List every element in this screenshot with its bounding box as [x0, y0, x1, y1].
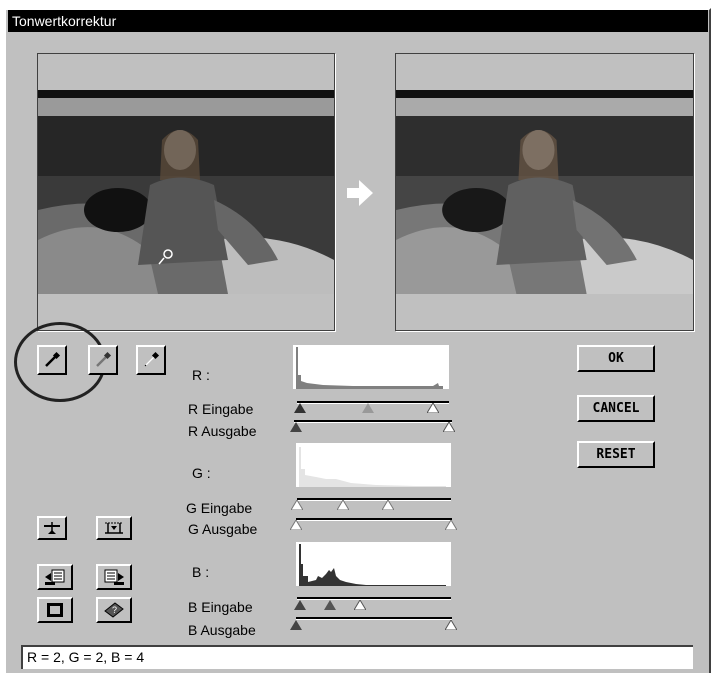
eyedropper-icon — [45, 351, 61, 367]
result-preview — [395, 53, 694, 331]
b-output-label: B Ausgabe — [188, 622, 256, 638]
g-input-white-handle[interactable] — [382, 500, 394, 510]
help-book-icon: ? — [104, 602, 124, 618]
right-arrow-icon — [347, 180, 373, 206]
result-photo — [396, 90, 693, 294]
title-bar: Tonwertkorrektur — [8, 10, 708, 32]
r-input-white-handle[interactable] — [427, 403, 439, 413]
b-output-slider-track[interactable] — [296, 617, 452, 620]
status-bar: R = 2, G = 2, B = 4 — [21, 645, 693, 669]
white-point-eyedropper-button[interactable] — [136, 345, 166, 375]
b-input-black-handle[interactable] — [294, 600, 306, 610]
eyedropper-gray-icon — [96, 351, 112, 367]
b-input-label: B Eingabe — [188, 599, 253, 615]
b-output-white-handle[interactable] — [445, 620, 457, 630]
r-channel-label: R : — [192, 367, 210, 383]
b-channel-label: B : — [192, 564, 210, 580]
g-input-slider-track[interactable] — [297, 498, 451, 501]
load-icon — [45, 569, 65, 585]
b-histogram — [296, 542, 451, 586]
r-input-black-handle[interactable] — [294, 403, 306, 413]
g-input-gray-handle[interactable] — [337, 500, 349, 510]
preview-window-button[interactable] — [37, 597, 73, 623]
save-settings-button[interactable] — [96, 564, 132, 590]
range-icon — [105, 522, 123, 534]
r-input-label: R Eingabe — [188, 401, 254, 417]
window-title: Tonwertkorrektur — [12, 13, 117, 29]
cancel-button[interactable]: CANCEL — [577, 395, 655, 422]
r-output-slider-track[interactable] — [294, 420, 452, 423]
black-point-eyedropper-button[interactable] — [37, 345, 67, 375]
g-output-white-handle[interactable] — [445, 520, 457, 530]
reset-button[interactable]: RESET — [577, 441, 655, 468]
g-channel-label: G : — [192, 465, 211, 481]
b-input-slider-track[interactable] — [297, 597, 451, 600]
window-icon — [47, 603, 63, 617]
b-input-white-handle[interactable] — [354, 600, 366, 610]
help-button[interactable]: ? — [96, 597, 132, 623]
g-histogram — [296, 443, 451, 487]
ok-button[interactable]: OK — [577, 345, 655, 372]
status-text: R = 2, G = 2, B = 4 — [27, 649, 145, 665]
g-output-black-handle[interactable] — [290, 520, 302, 530]
b-input-gray-handle[interactable] — [324, 600, 336, 610]
r-input-gray-handle[interactable] — [362, 403, 374, 413]
load-settings-button[interactable] — [37, 564, 73, 590]
svg-text:?: ? — [112, 605, 117, 615]
g-input-label: G Eingabe — [186, 500, 253, 516]
r-output-black-handle[interactable] — [290, 422, 302, 432]
r-output-label: R Ausgabe — [188, 423, 257, 439]
g-output-label: G Ausgabe — [188, 521, 258, 537]
save-icon — [104, 569, 124, 585]
g-input-black-handle[interactable] — [291, 500, 303, 510]
range-tool-button[interactable] — [96, 516, 132, 540]
r-output-white-handle[interactable] — [443, 422, 455, 432]
original-preview — [37, 53, 335, 331]
gray-point-eyedropper-button[interactable] — [88, 345, 118, 375]
g-output-slider-track[interactable] — [296, 518, 452, 521]
r-histogram — [293, 345, 449, 389]
balance-tool-button[interactable] — [37, 516, 67, 540]
original-photo — [38, 90, 334, 294]
balance-icon — [44, 522, 60, 534]
b-output-black-handle[interactable] — [290, 620, 302, 630]
eyedropper-white-icon — [144, 351, 160, 367]
